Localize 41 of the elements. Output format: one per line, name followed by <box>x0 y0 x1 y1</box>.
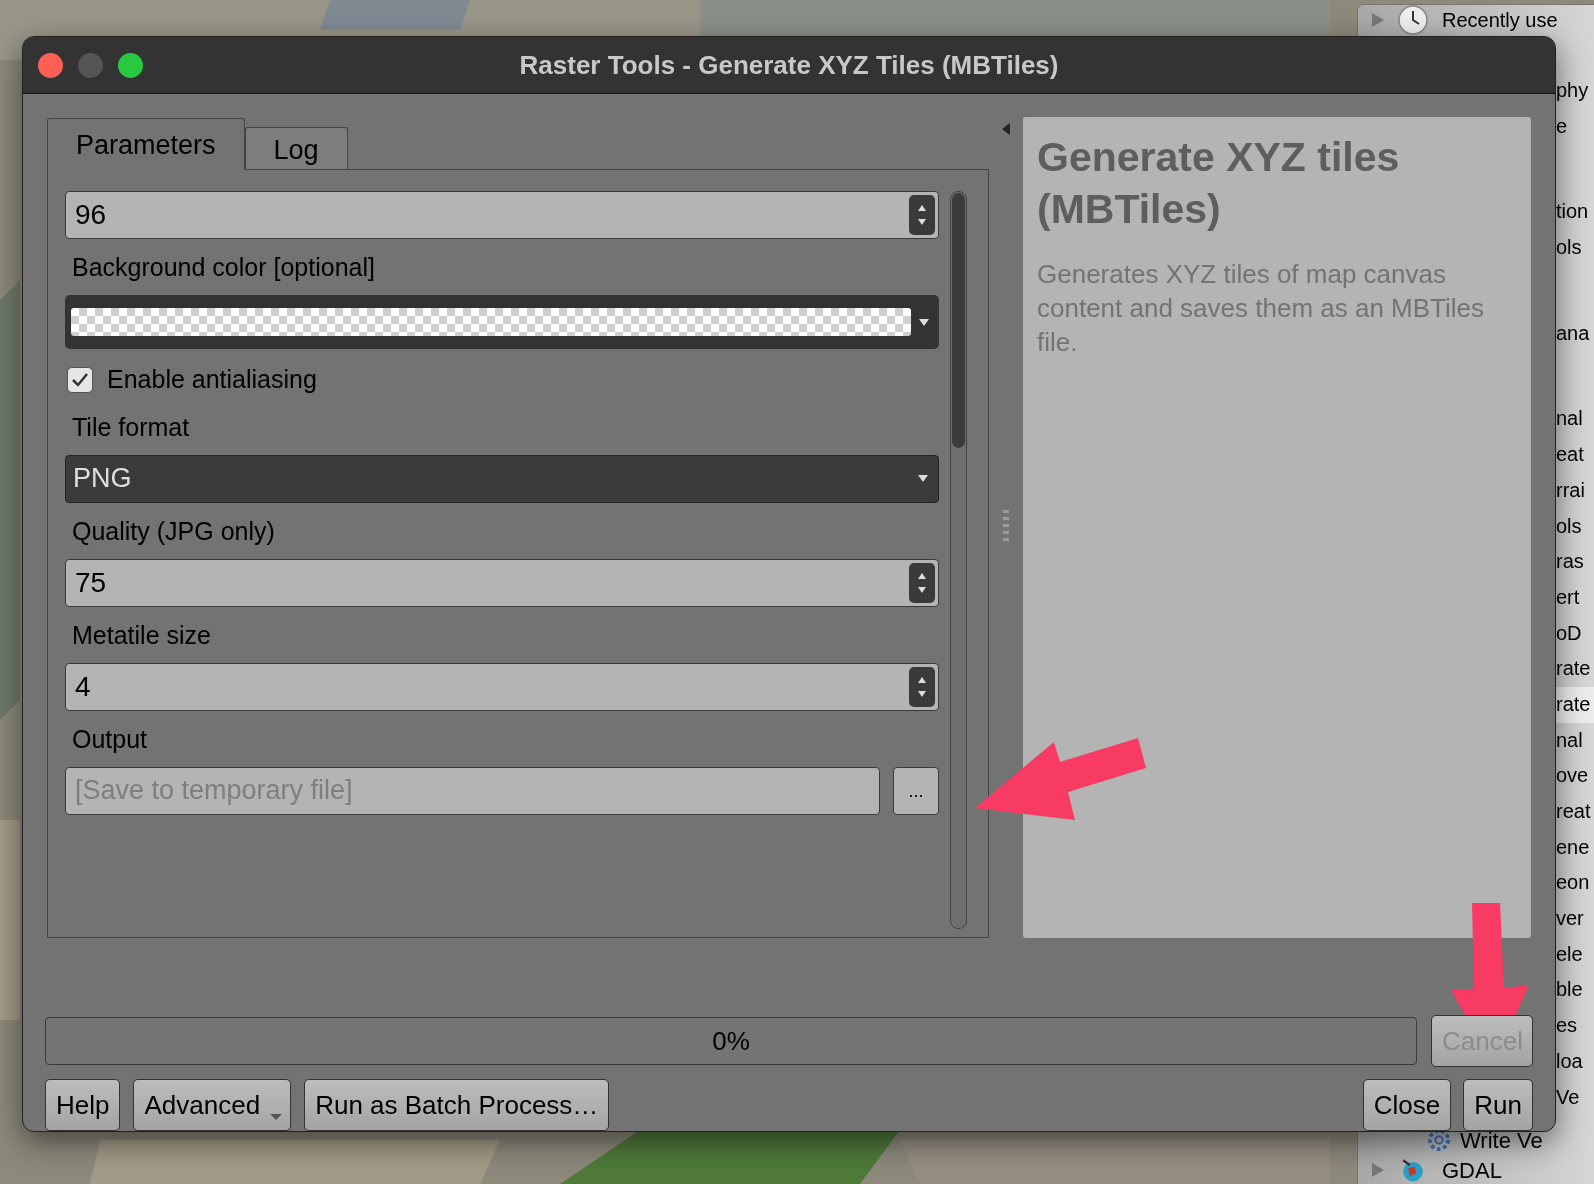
spin-box[interactable]: 75 <box>65 558 939 607</box>
close-window-icon[interactable] <box>38 52 63 78</box>
color-button[interactable] <box>65 295 939 349</box>
checkmark-icon <box>71 371 89 388</box>
field-label: Tile format <box>71 411 190 442</box>
scrollbar[interactable] <box>950 191 967 929</box>
help-title: Generate XYZ tiles (MBTiles) <box>1037 133 1401 234</box>
field-label: Quality (JPG only) <box>71 515 275 546</box>
progress-label: 0% <box>712 1024 750 1058</box>
checkbox-label: Enable antialiasing <box>107 364 317 395</box>
checkbox[interactable] <box>67 366 93 393</box>
window-title: Raster Tools - Generate XYZ Tiles (MBTiles) <box>519 48 1059 82</box>
spin-box[interactable]: 96 <box>65 191 939 239</box>
dialog-button[interactable]: Close <box>1362 1079 1452 1131</box>
spin-box[interactable]: 4 <box>65 662 939 711</box>
gear-icon <box>1428 1129 1450 1152</box>
tab[interactable]: Parameters <box>47 118 245 170</box>
field-label: Output <box>71 723 148 754</box>
zoom-window-icon[interactable] <box>118 52 143 78</box>
help-text: Generates XYZ tiles of map canvas content and saves them as an MBTiles file. <box>1037 258 1486 359</box>
clock-icon <box>1398 5 1428 35</box>
collapse-arrow-icon[interactable] <box>1002 123 1011 135</box>
tab[interactable]: Log <box>244 127 348 169</box>
field-label: Background color [optional] <box>71 252 375 282</box>
browse-button[interactable]: ... <box>893 766 939 815</box>
dialog-button[interactable]: Help <box>45 1079 121 1131</box>
spin-arrows-icon[interactable] <box>909 195 935 235</box>
field-label: Metatile size <box>71 619 211 650</box>
tree-item[interactable]: Recently use <box>1442 5 1558 35</box>
spin-arrows-icon[interactable] <box>909 562 935 603</box>
caret-icon <box>919 318 929 326</box>
dialog-button[interactable]: Run as Batch Process… <box>304 1079 610 1131</box>
dropdown[interactable]: PNG <box>65 454 939 503</box>
globe-icon <box>1400 1157 1426 1184</box>
dialog-button[interactable]: Advanced <box>133 1079 292 1131</box>
spin-arrows-icon[interactable] <box>909 666 935 707</box>
dialog-button[interactable]: Run <box>1463 1079 1533 1131</box>
menu-caret-icon <box>270 1114 283 1120</box>
scrollbar-thumb[interactable] <box>952 193 965 448</box>
tree-item[interactable]: GDAL <box>1442 1153 1502 1184</box>
caret-icon <box>918 475 928 482</box>
